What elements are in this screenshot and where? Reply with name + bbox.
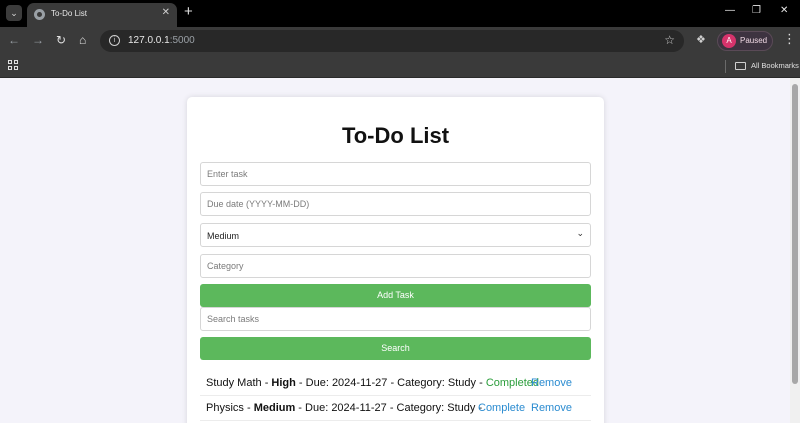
task-row: Physics - Medium - Due: 2024-11-27 - Cat… [200,396,591,421]
task-name: Physics [206,402,244,414]
apps-grid-icon[interactable] [8,60,18,70]
tab-todo[interactable]: To-Do List ✕ [27,3,177,27]
window-close-icon[interactable]: ✕ [780,5,788,16]
priority-selected-value: Medium [207,231,240,241]
reload-icon[interactable]: ↻ [56,33,66,47]
avatar: A [722,34,736,48]
profile-status: Paused [740,36,768,45]
home-icon[interactable]: ⌂ [79,33,86,47]
task-input[interactable] [200,162,591,186]
url-port: :5000 [169,35,195,46]
add-task-button[interactable]: Add Task [200,284,591,307]
close-icon[interactable]: ✕ [162,7,170,18]
search-button[interactable]: Search [200,337,591,360]
due-date-input[interactable] [200,192,591,216]
all-bookmarks-link[interactable]: All Bookmarks [751,61,799,70]
tab-title: To-Do List [51,9,88,18]
url-text[interactable]: 127.0.0.1:5000 [128,35,195,46]
todo-card: To-Do List Medium ⌄ Add Task Search Stud… [187,97,604,423]
search-input[interactable] [200,307,591,331]
kebab-menu-icon[interactable]: ⋮ [783,32,796,46]
profile-button[interactable]: A Paused [717,31,773,51]
page-scrollbar[interactable] [790,78,800,423]
task-details: - Due: 2024-11-27 - Category: Study - [295,402,483,414]
task-name: Study Math [206,377,262,389]
restore-icon[interactable]: ❐ [752,5,761,16]
browser-toolbar: ← → ↻ ⌂ i 127.0.0.1:5000 ☆ ❖ A Paused ⋮ [0,27,800,55]
new-tab-icon[interactable]: + [184,3,193,21]
extensions-icon[interactable]: ❖ [696,33,706,46]
page-viewport: To-Do List Medium ⌄ Add Task Search Stud… [0,78,790,423]
category-input[interactable] [200,254,591,278]
folder-icon [735,62,746,70]
task-priority: High [271,377,296,389]
task-details: - Due: 2024-11-27 - Category: Study - [295,377,486,389]
bookmarks-divider [725,60,726,73]
page-title: To-Do List [341,123,450,148]
url-host: 127.0.0.1 [128,35,170,46]
task-row: Study Math - High - Due: 2024-11-27 - Ca… [200,371,591,396]
minimize-icon[interactable]: — [725,5,735,16]
tab-strip: ⌄ To-Do List ✕ + — ❐ ✕ [0,0,800,27]
chevron-down-icon: ⌄ [576,228,584,238]
remove-task-link[interactable]: Remove [531,371,572,396]
back-arrow-icon[interactable]: ← [8,33,20,47]
priority-select[interactable]: Medium ⌄ [200,223,591,247]
remove-task-link[interactable]: Remove [531,396,572,421]
tab-search-icon[interactable]: ⌄ [6,5,22,21]
bookmark-star-icon[interactable]: ☆ [664,33,675,47]
address-bar[interactable]: i 127.0.0.1:5000 ☆ [100,30,684,52]
globe-icon [34,9,45,20]
task-priority: Medium [253,402,296,414]
forward-arrow-icon[interactable]: → [32,33,44,47]
scroll-thumb[interactable] [792,84,798,384]
site-info-icon[interactable]: i [109,35,120,46]
complete-task-link[interactable]: Complete [478,396,525,421]
bookmarks-bar: All Bookmarks [0,55,800,78]
